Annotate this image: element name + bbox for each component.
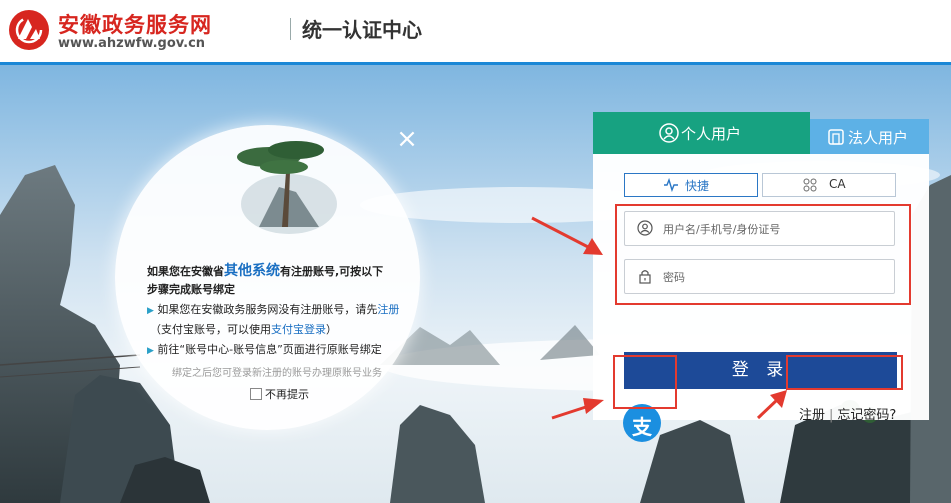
annotation-arrows [531,216,787,420]
